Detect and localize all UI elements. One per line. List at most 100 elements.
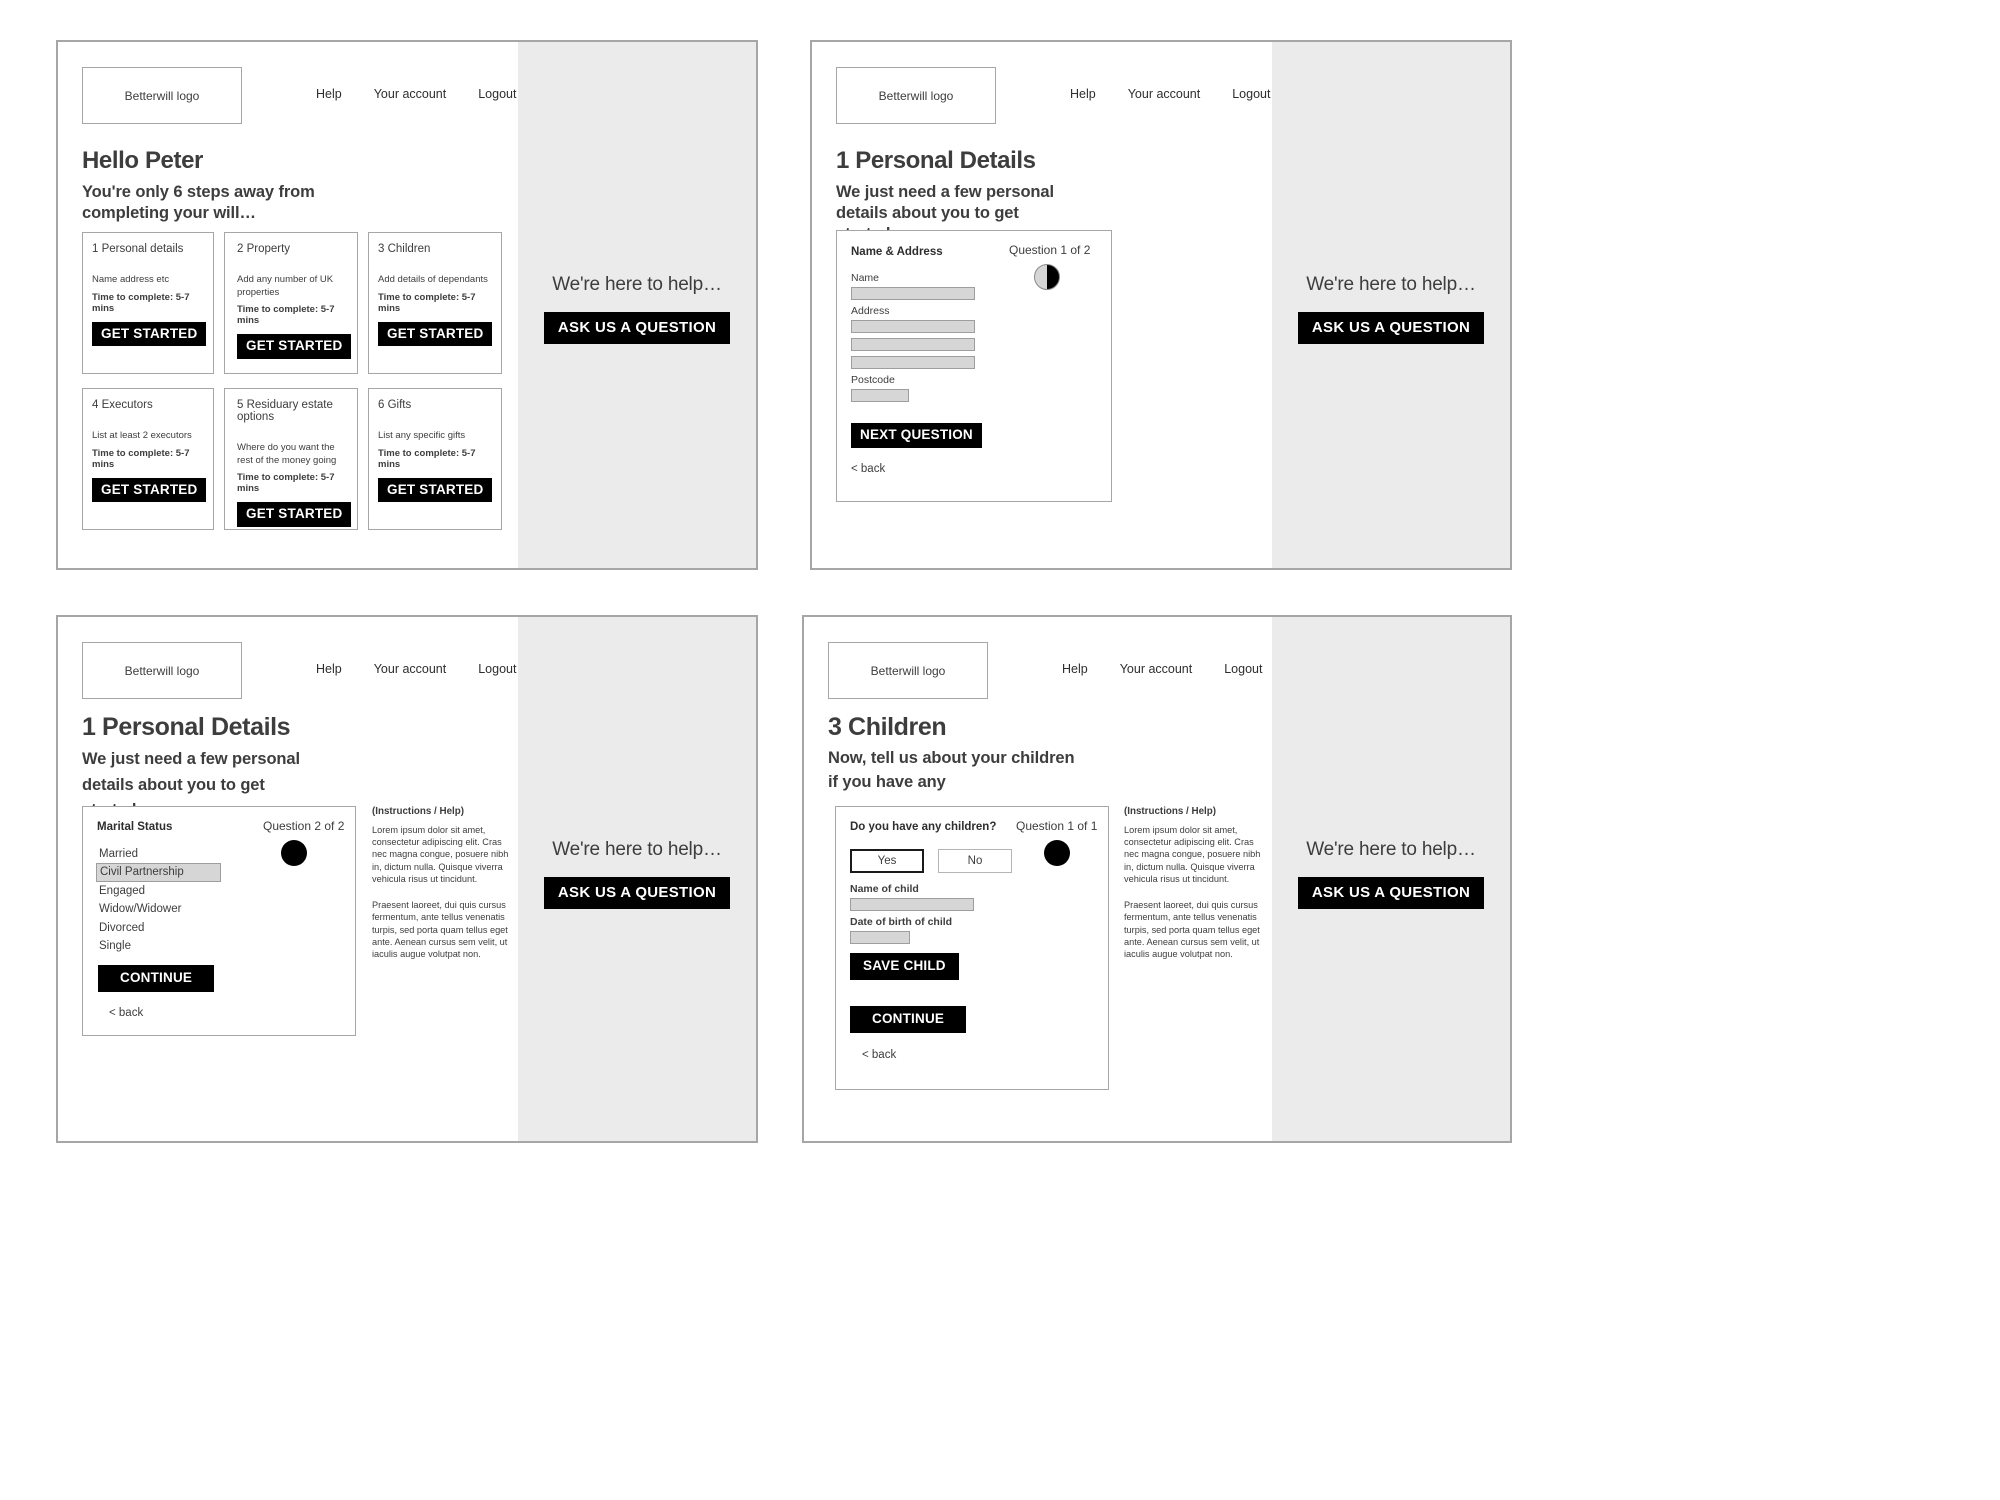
get-started-button[interactable]: GET STARTED — [378, 321, 493, 347]
help-sidebar: We're here to help… ASK US A QUESTION — [518, 42, 756, 568]
help-heading: We're here to help… — [552, 839, 722, 860]
marital-status-options: Married Civil Partnership Engaged Widow/… — [96, 845, 221, 955]
screen-children-main: Betterwill logo Help Your account Logout… — [804, 617, 1272, 1141]
nav-item-help[interactable]: Help — [1070, 87, 1096, 101]
continue-button[interactable]: CONTINUE — [98, 965, 215, 992]
question-card-marital-status: Marital Status Question 2 of 2 Married C… — [82, 806, 356, 1036]
save-child-button[interactable]: SAVE CHILD — [850, 953, 959, 980]
help-heading: We're here to help… — [1306, 274, 1476, 295]
name-input[interactable] — [851, 287, 975, 300]
screen-children: Betterwill logo Help Your account Logout… — [802, 615, 1512, 1143]
children-no-button[interactable]: No — [938, 849, 1012, 873]
back-link[interactable]: < back — [109, 1007, 143, 1019]
get-started-button[interactable]: GET STARTED — [92, 477, 207, 503]
step-card-title: 1 Personal details — [92, 243, 184, 255]
postcode-input[interactable] — [851, 389, 909, 402]
step-card-executors[interactable]: 4 Executors List at least 2 executors Ti… — [82, 388, 214, 530]
nav-item-your-account[interactable]: Your account — [374, 662, 447, 676]
ask-question-button[interactable]: ASK US A QUESTION — [543, 877, 731, 909]
question-counter: Question 2 of 2 — [263, 819, 345, 833]
logo[interactable]: Betterwill logo — [82, 642, 242, 699]
nav-item-logout[interactable]: Logout — [478, 87, 516, 101]
page-title: 3 Children — [828, 713, 947, 741]
step-card-desc: Add any number of UK properties — [237, 274, 334, 298]
step-card-title: 4 Executors — [92, 399, 153, 411]
page-subtitle: You're only 6 steps away from completing… — [82, 182, 382, 224]
nav-item-logout[interactable]: Logout — [478, 662, 516, 676]
step-card-property[interactable]: 2 Property Add any number of UK properti… — [224, 232, 358, 374]
address-line-3-input[interactable] — [851, 356, 975, 369]
screen-q1-main: Betterwill logo Help Your account Logout… — [812, 42, 1272, 568]
progress-pie-icon — [1044, 840, 1070, 866]
page-title: 1 Personal Details — [82, 713, 291, 741]
nav-item-your-account[interactable]: Your account — [1128, 87, 1201, 101]
top-nav: Help Your account Logout — [1070, 87, 1270, 101]
ask-question-button[interactable]: ASK US A QUESTION — [1297, 312, 1485, 344]
address-line-1-input[interactable] — [851, 320, 975, 333]
screen-dashboard: Betterwill logo Help Your account Logout… — [56, 40, 758, 570]
instructions-panel: (Instructions / Help) Lorem ipsum dolor … — [372, 805, 512, 960]
nav-item-help[interactable]: Help — [316, 662, 342, 676]
ask-question-button[interactable]: ASK US A QUESTION — [1297, 877, 1485, 909]
nav-item-help[interactable]: Help — [316, 87, 342, 101]
continue-button[interactable]: CONTINUE — [850, 1006, 967, 1033]
step-card-children[interactable]: 3 Children Add details of dependants Tim… — [368, 232, 502, 374]
child-name-label: Name of child — [850, 883, 919, 895]
name-address-fields: Name Address Postcode — [851, 272, 991, 402]
form-title: Name & Address — [851, 246, 943, 258]
option-single[interactable]: Single — [96, 937, 221, 955]
address-line-2-input[interactable] — [851, 338, 975, 351]
step-card-residuary-estate[interactable]: 5 Residuary estate options Where do you … — [224, 388, 358, 530]
logo[interactable]: Betterwill logo — [836, 67, 996, 124]
instructions-paragraph-1: Lorem ipsum dolor sit amet, consectetur … — [1124, 825, 1261, 884]
instructions-paragraph-2: Praesent laoreet, dui quis cursus fermen… — [372, 900, 508, 960]
nav-item-logout[interactable]: Logout — [1224, 662, 1262, 676]
ask-question-button[interactable]: ASK US A QUESTION — [543, 312, 731, 344]
top-nav: Help Your account Logout — [316, 87, 516, 101]
nav-item-your-account[interactable]: Your account — [374, 87, 447, 101]
logo[interactable]: Betterwill logo — [82, 67, 242, 124]
option-divorced[interactable]: Divorced — [96, 919, 221, 937]
help-sidebar: We're here to help… ASK US A QUESTION — [1272, 617, 1510, 1141]
subtitle-pre: You're only — [82, 183, 174, 201]
step-card-gifts[interactable]: 6 Gifts List any specific gifts Time to … — [368, 388, 502, 530]
children-yes-button[interactable]: Yes — [850, 849, 924, 873]
step-card-desc: List any specific gifts — [378, 430, 466, 441]
option-widow-widower[interactable]: Widow/Widower — [96, 900, 221, 918]
nav-item-logout[interactable]: Logout — [1232, 87, 1270, 101]
nav-item-your-account[interactable]: Your account — [1120, 662, 1193, 676]
option-engaged[interactable]: Engaged — [96, 882, 221, 900]
nav-item-help[interactable]: Help — [1062, 662, 1088, 676]
next-question-button[interactable]: NEXT QUESTION — [851, 423, 982, 448]
progress-pie-icon — [281, 840, 307, 866]
option-civil-partnership[interactable]: Civil Partnership — [96, 863, 221, 882]
top-nav: Help Your account Logout — [316, 662, 516, 676]
help-heading: We're here to help… — [552, 274, 722, 295]
get-started-button[interactable]: GET STARTED — [237, 502, 352, 527]
child-dob-label: Date of birth of child — [850, 916, 953, 928]
step-card-desc: Name address etc — [92, 274, 170, 285]
child-dob-input[interactable] — [850, 931, 910, 944]
instructions-paragraph-1: Lorem ipsum dolor sit amet, consectetur … — [372, 825, 509, 884]
step-card-time: Time to complete: 5-7 mins — [92, 291, 190, 314]
step-card-time: Time to complete: 5-7 mins — [378, 291, 476, 314]
step-card-time: Time to complete: 5-7 mins — [92, 447, 190, 470]
question-counter: Question 1 of 2 — [1009, 243, 1091, 257]
option-married[interactable]: Married — [96, 845, 221, 863]
get-started-button[interactable]: GET STARTED — [237, 334, 352, 359]
logo[interactable]: Betterwill logo — [828, 642, 988, 699]
logo-label: Betterwill logo — [878, 88, 954, 103]
page-subtitle: Now, tell us about your children if you … — [828, 749, 1075, 791]
back-link[interactable]: < back — [862, 1049, 896, 1061]
child-name-input[interactable] — [850, 898, 974, 911]
logo-label: Betterwill logo — [870, 663, 946, 678]
get-started-button[interactable]: GET STARTED — [92, 321, 207, 347]
back-link[interactable]: < back — [851, 463, 885, 475]
address-label: Address — [851, 305, 890, 317]
question-card-children: Do you have any children? Question 1 of … — [835, 806, 1109, 1090]
step-card-title: 3 Children — [378, 243, 431, 255]
steps-row-2: 4 Executors List at least 2 executors Ti… — [82, 388, 502, 530]
step-card-title: 5 Residuary estate options — [237, 399, 333, 423]
get-started-button[interactable]: GET STARTED — [378, 477, 493, 503]
step-card-personal-details[interactable]: 1 Personal details Name address etc Time… — [82, 232, 214, 374]
